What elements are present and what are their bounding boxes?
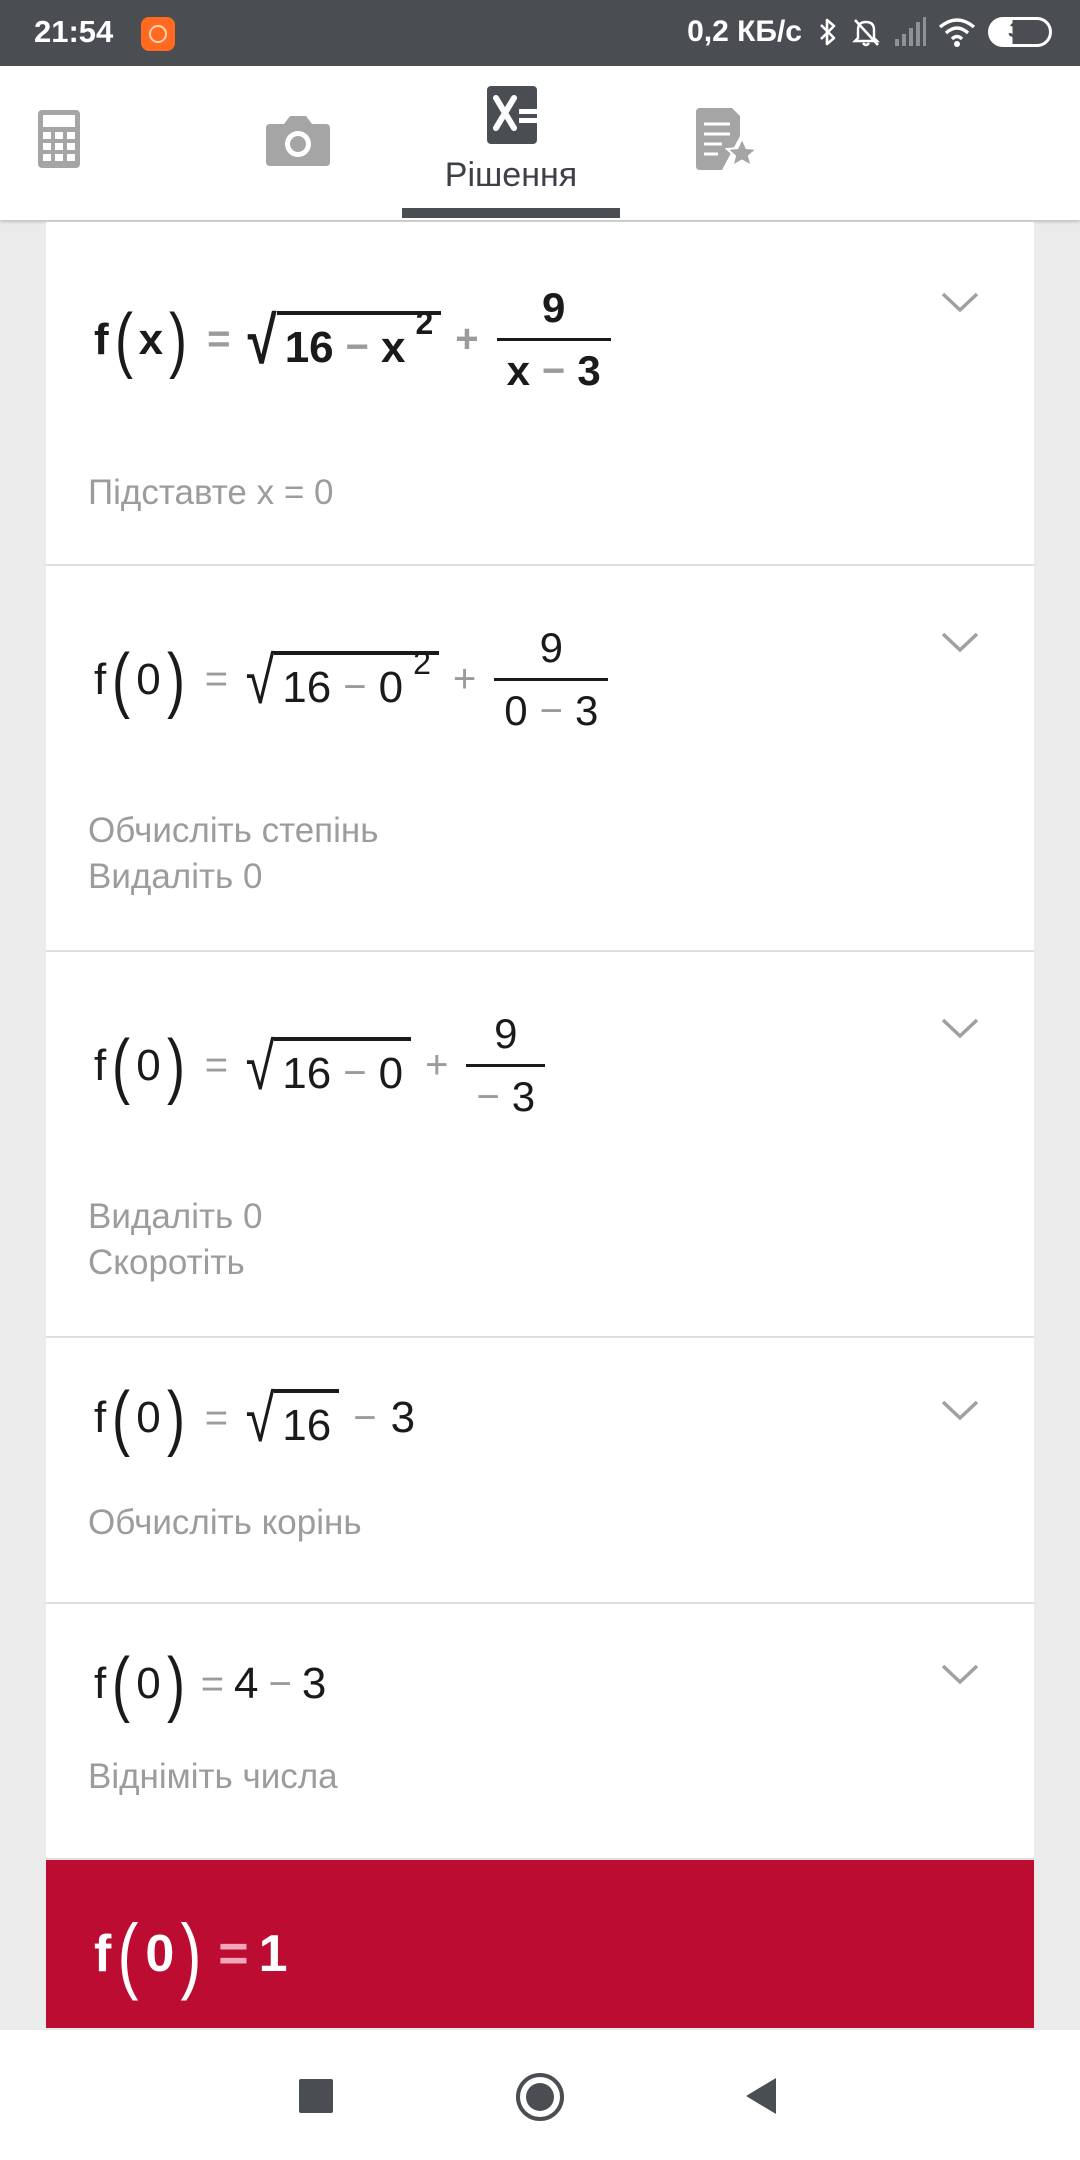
back-triangle-icon[interactable] xyxy=(744,2076,778,2116)
plus-sign: + xyxy=(452,657,477,701)
chevron-down-icon[interactable] xyxy=(940,1016,980,1040)
step-equation: f (x) = √ 16 − x 2 + 9 x − 3 xyxy=(94,284,611,395)
function-argument: 0 xyxy=(136,1659,161,1708)
result-value: 1 xyxy=(258,1925,288,1983)
calculator-icon[interactable] xyxy=(38,110,80,168)
step-description: Відніміть числа xyxy=(88,1757,338,1796)
function-name: f xyxy=(94,1659,107,1708)
denominator: x − 3 xyxy=(506,347,601,394)
function-argument: 0 xyxy=(136,1393,161,1442)
camera-icon[interactable] xyxy=(266,114,330,166)
active-tab-indicator xyxy=(402,208,620,218)
chevron-down-icon[interactable] xyxy=(940,290,980,314)
exponent: 2 xyxy=(413,645,431,681)
function-name: f xyxy=(94,314,109,364)
step-description: Обчисліть степінь Видаліть 0 xyxy=(88,811,379,896)
solution-steps: f (x) = √ 16 − x 2 + 9 x − 3 Підставте x… xyxy=(46,222,1034,2028)
equals-sign: = xyxy=(204,1395,229,1440)
function-name: f xyxy=(94,1393,107,1442)
step-equation: f (0) = √ 16 − 0 + 9 − 3 xyxy=(94,1010,546,1121)
numerator: 9 xyxy=(539,624,563,671)
square-root: √ 16 xyxy=(242,1385,340,1451)
status-icons: 0,2 КБ/с 37 xyxy=(687,14,1052,50)
app-notification-icon xyxy=(141,17,175,51)
fraction: 9 x − 3 xyxy=(496,284,611,395)
top-navigation-bar: Рішення xyxy=(0,66,1080,220)
solution-step[interactable]: f (0) = 4 − 3 Відніміть числа xyxy=(46,1604,1034,1860)
function-name: f xyxy=(94,1925,112,1983)
function-argument: 0 xyxy=(145,1925,175,1983)
wifi-icon xyxy=(938,18,976,47)
bluetooth-icon xyxy=(820,18,836,46)
network-speed: 0,2 КБ/с xyxy=(687,15,802,48)
function-name: f xyxy=(94,654,107,704)
home-circle-icon[interactable] xyxy=(515,2072,565,2122)
function-name: f xyxy=(94,1040,107,1090)
equals-sign: = xyxy=(204,657,229,701)
battery-level: 37 xyxy=(1008,19,1032,42)
result-equation: f (0) = 1 xyxy=(94,1907,288,2001)
square-root: √ 16 − 0 2 xyxy=(242,645,439,713)
step-description: Підставте x = 0 xyxy=(88,473,334,512)
square-root: √ 16 − x 2 xyxy=(244,305,442,373)
chevron-down-icon[interactable] xyxy=(940,1662,980,1686)
recents-square-icon[interactable] xyxy=(298,2078,334,2114)
plus-sign: + xyxy=(455,317,479,361)
solution-step[interactable]: f (0) = √ 16 − 0 + 9 − 3 Видаліть 0 Скор… xyxy=(46,952,1034,1338)
numerator: 9 xyxy=(542,284,566,331)
favorites-icon[interactable] xyxy=(696,108,762,170)
square-root: √ 16 − 0 xyxy=(242,1033,412,1099)
step-equation: f (0) = 4 − 3 xyxy=(94,1644,327,1724)
numerator: 9 xyxy=(494,1010,518,1057)
system-navigation-bar xyxy=(0,2030,1080,2160)
fraction: 9 − 3 xyxy=(466,1010,546,1121)
chevron-down-icon[interactable] xyxy=(940,1398,980,1422)
equals-sign: = xyxy=(200,1661,225,1706)
function-argument: 0 xyxy=(136,654,161,704)
solution-step[interactable]: f (0) = √ 16 − 3 Обчисліть корінь xyxy=(46,1338,1034,1604)
plus-sign: + xyxy=(425,1043,449,1087)
signal-icon xyxy=(895,17,926,46)
solution-step[interactable]: f (0) = √ 16 − 0 2 + 9 0 − 3 Обчисліть с… xyxy=(46,566,1034,952)
denominator: 0 − 3 xyxy=(504,687,599,734)
equals-sign: = xyxy=(218,1925,249,1983)
fraction: 9 0 − 3 xyxy=(494,624,609,735)
battery-icon: 37 xyxy=(988,17,1052,47)
step-equation: f (0) = √ 16 − 3 xyxy=(94,1378,416,1458)
tab-solution-label[interactable]: Рішення xyxy=(402,156,620,195)
exponent: 2 xyxy=(415,305,434,341)
function-argument: 0 xyxy=(136,1040,161,1090)
function-argument: x xyxy=(138,314,164,364)
mute-bell-icon xyxy=(852,19,880,47)
solution-step[interactable]: f (x) = √ 16 − x 2 + 9 x − 3 Підставте x… xyxy=(46,222,1034,566)
chevron-down-icon[interactable] xyxy=(940,630,980,654)
final-result: f (0) = 1 xyxy=(46,1860,1034,2028)
step-description: Видаліть 0 Скоротіть xyxy=(88,1197,263,1282)
step-equation: f (0) = √ 16 − 0 2 + 9 0 − 3 xyxy=(94,624,609,735)
equals-sign: = xyxy=(207,317,231,361)
status-bar: 21:54 0,2 КБ/с 37 xyxy=(0,0,1080,66)
denominator: − 3 xyxy=(476,1073,536,1120)
step-description: Обчисліть корінь xyxy=(88,1503,362,1542)
solution-icon[interactable] xyxy=(487,86,543,144)
status-time: 21:54 xyxy=(34,14,114,49)
equals-sign: = xyxy=(204,1043,229,1087)
